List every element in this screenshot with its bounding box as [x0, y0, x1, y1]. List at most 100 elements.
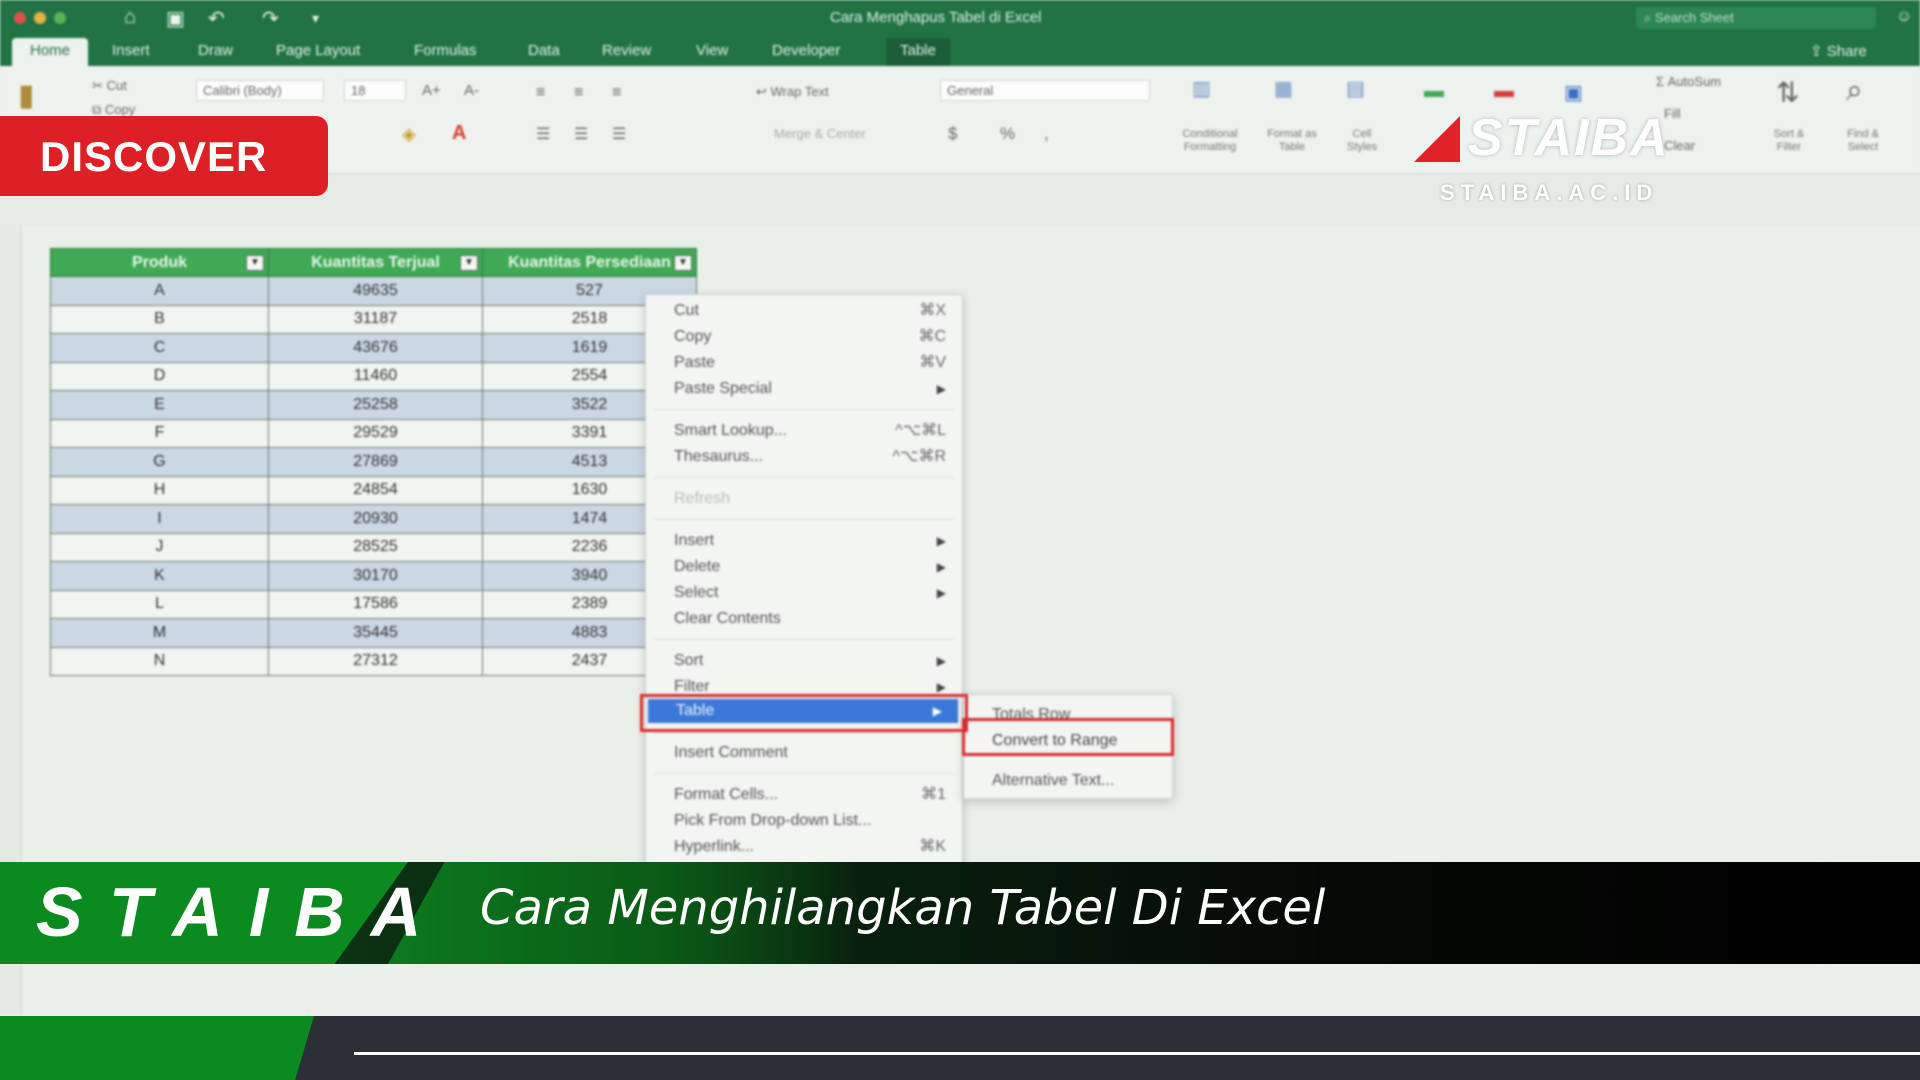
font-name-select[interactable]: Calibri (Body)	[196, 80, 324, 101]
table-cell[interactable]: L	[50, 589, 269, 619]
header-kuantitas-terjual[interactable]: Kuantitas Terjual ▼	[268, 248, 483, 277]
tab-insert[interactable]: Insert	[112, 42, 150, 59]
table-cell[interactable]: A	[50, 276, 269, 306]
tab-page-layout[interactable]: Page Layout	[276, 42, 360, 59]
minimize-window-button[interactable]	[34, 12, 46, 24]
table-cell[interactable]: 24854	[268, 475, 483, 505]
tab-draw[interactable]: Draw	[198, 42, 233, 59]
paste-icon[interactable]: ▮	[18, 78, 35, 113]
table-cell[interactable]: B	[50, 304, 269, 334]
table-cell[interactable]: 27869	[268, 447, 483, 477]
table-cell[interactable]: 17586	[268, 589, 483, 619]
table-cell[interactable]: N	[50, 646, 269, 676]
delete-cells-icon[interactable]: ▬	[1494, 80, 1514, 103]
filter-dropdown-icon[interactable]: ▼	[674, 255, 692, 271]
sort-filter-icon[interactable]: ⇅	[1776, 76, 1799, 109]
menu-item-insert[interactable]: Insert ▶	[646, 529, 962, 553]
undo-icon[interactable]: ↶	[208, 6, 225, 31]
align-middle-icon[interactable]: ≡	[574, 84, 583, 102]
menu-item-cut[interactable]: Cut ⌘X	[646, 299, 962, 323]
share-button[interactable]: ⇪ Share	[1810, 42, 1867, 60]
autosum-button[interactable]: Σ AutoSum	[1656, 74, 1721, 89]
table-cell[interactable]: 30170	[268, 561, 483, 591]
home-icon[interactable]: ⌂	[124, 6, 136, 29]
table-cell[interactable]: I	[50, 504, 269, 534]
decrease-font-icon[interactable]: A-	[464, 82, 479, 99]
align-top-icon[interactable]: ≡	[536, 84, 545, 102]
table-cell[interactable]: 27312	[268, 646, 483, 676]
menu-item-format-cells[interactable]: Format Cells... ⌘1	[646, 783, 962, 807]
table-cell[interactable]: C	[50, 333, 269, 363]
align-left-icon[interactable]: ☰	[536, 124, 550, 144]
filter-dropdown-icon[interactable]: ▼	[246, 255, 264, 271]
table-cell[interactable]: F	[50, 418, 269, 448]
conditional-formatting-icon[interactable]: ▥	[1192, 76, 1211, 101]
align-bottom-icon[interactable]: ≡	[612, 84, 621, 102]
tab-developer[interactable]: Developer	[772, 42, 840, 59]
table-cell[interactable]: K	[50, 561, 269, 591]
percent-icon[interactable]: %	[1000, 124, 1015, 144]
table-cell[interactable]: 11460	[268, 361, 483, 391]
menu-item-pick-dropdown[interactable]: Pick From Drop-down List...	[646, 809, 962, 833]
header-produk[interactable]: Produk ▼	[50, 248, 269, 277]
tab-table[interactable]: Table	[886, 38, 950, 66]
font-size-select[interactable]: 18	[344, 80, 406, 101]
sort-filter-label[interactable]: Sort & Filter	[1764, 128, 1814, 154]
align-right-icon[interactable]: ☰	[612, 124, 626, 144]
table-cell[interactable]: M	[50, 618, 269, 648]
table-cell[interactable]: 43676	[268, 333, 483, 363]
magnifier-icon[interactable]: ⌕	[1846, 74, 1863, 108]
insert-cells-icon[interactable]: ▬	[1424, 80, 1444, 103]
cell-styles-label[interactable]: Cell Styles	[1338, 128, 1386, 154]
zoom-window-button[interactable]	[54, 12, 66, 24]
tab-home[interactable]: Home	[12, 38, 89, 66]
increase-font-icon[interactable]: A+	[422, 82, 441, 99]
header-kuantitas-persediaan[interactable]: Kuantitas Persediaan ▼	[482, 248, 697, 277]
table-cell[interactable]: 49635	[268, 276, 483, 306]
menu-item-sort[interactable]: Sort ▶	[646, 649, 962, 673]
font-color-icon[interactable]: A	[452, 122, 466, 145]
table-cell[interactable]: E	[50, 390, 269, 420]
menu-item-delete[interactable]: Delete ▶	[646, 555, 962, 579]
table-cell[interactable]: 29529	[268, 418, 483, 448]
format-cells-icon[interactable]: ▣	[1564, 80, 1583, 105]
table-cell[interactable]: 25258	[268, 390, 483, 420]
save-icon[interactable]: ▣	[166, 6, 185, 31]
search-sheet-input[interactable]: ⌕ Search Sheet	[1636, 7, 1876, 29]
redo-icon[interactable]: ↷	[262, 6, 279, 31]
menu-item-insert-comment[interactable]: Insert Comment	[646, 741, 962, 765]
menu-item-paste[interactable]: Paste ⌘V	[646, 351, 962, 375]
table-cell[interactable]: D	[50, 361, 269, 391]
currency-icon[interactable]: $	[948, 124, 957, 144]
filter-dropdown-icon[interactable]: ▼	[460, 255, 478, 271]
tab-data[interactable]: Data	[528, 42, 560, 59]
more-commands-icon[interactable]: ▾	[312, 10, 319, 27]
menu-item-copy[interactable]: Copy ⌘C	[646, 325, 962, 349]
wrap-text-button[interactable]: ↩ Wrap Text	[756, 84, 829, 100]
close-window-button[interactable]	[14, 12, 26, 24]
format-as-table-label[interactable]: Format as Table	[1262, 128, 1322, 154]
format-as-table-icon[interactable]: ▦	[1274, 76, 1293, 101]
table-cell[interactable]: 35445	[268, 618, 483, 648]
table-cell[interactable]: 31187	[268, 304, 483, 334]
table-cell[interactable]: H	[50, 475, 269, 505]
menu-item-smart-lookup[interactable]: Smart Lookup... ^⌥⌘L	[646, 419, 962, 443]
table-cell[interactable]: 28525	[268, 532, 483, 562]
table-cell[interactable]: J	[50, 532, 269, 562]
cell-styles-icon[interactable]: ▤	[1346, 76, 1365, 101]
fill-color-icon[interactable]: ◈	[402, 124, 416, 145]
comma-style-icon[interactable]: ,	[1044, 124, 1049, 144]
tab-view[interactable]: View	[696, 42, 728, 59]
number-format-select[interactable]: General	[940, 80, 1150, 101]
align-center-icon[interactable]: ☰	[574, 124, 588, 144]
menu-item-thesaurus[interactable]: Thesaurus... ^⌥⌘R	[646, 445, 962, 469]
find-select-label[interactable]: Find & Select	[1838, 128, 1888, 154]
menu-item-hyperlink[interactable]: Hyperlink... ⌘K	[646, 835, 962, 859]
tab-formulas[interactable]: Formulas	[414, 42, 477, 59]
account-icon[interactable]: ☺	[1896, 8, 1912, 26]
menu-item-clear-contents[interactable]: Clear Contents	[646, 607, 962, 631]
tab-review[interactable]: Review	[602, 42, 651, 59]
table-cell[interactable]: G	[50, 447, 269, 477]
menu-item-alternative-text[interactable]: Alternative Text...	[992, 769, 1114, 793]
merge-center-button[interactable]: Merge & Center	[774, 126, 866, 141]
